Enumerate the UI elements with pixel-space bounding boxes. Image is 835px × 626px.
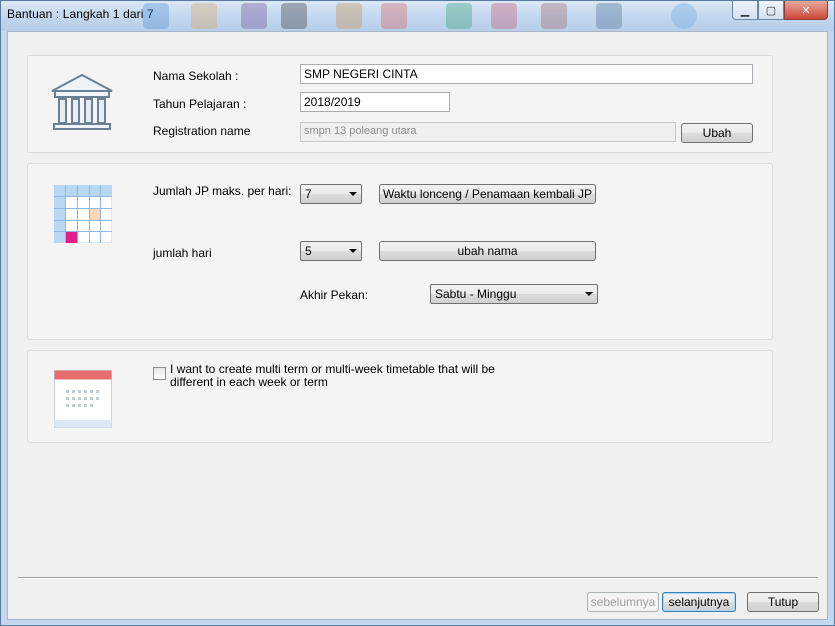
schedule-settings-panel: Jumlah JP maks. per hari: 7 Waktu loncen… [27, 163, 773, 340]
number-of-days-select[interactable]: 5 [300, 241, 362, 261]
weekend-select[interactable]: Sabtu - Minggu [430, 284, 598, 304]
timetable-grid-icon [54, 185, 112, 243]
multi-term-checkbox[interactable] [153, 367, 166, 380]
registration-name-field: smpn 13 poleang utara [300, 122, 676, 142]
weekend-label: Akhir Pekan: [300, 288, 369, 302]
title-bar[interactable]: Bantuan : Langkah 1 dari 7 ▁ ▢ ✕ [1, 1, 834, 31]
registration-name-label: Registration name [153, 124, 251, 138]
close-icon: ✕ [801, 4, 811, 17]
max-periods-label: Jumlah JP maks. per hari: [153, 184, 292, 198]
footer-divider [18, 577, 818, 579]
wizard-window: Bantuan : Langkah 1 dari 7 ▁ ▢ ✕ Nama Se… [0, 0, 835, 626]
school-building-icon [51, 73, 113, 130]
number-of-days-value: 5 [305, 244, 312, 258]
calendar-icon [54, 370, 112, 428]
minimize-icon: ▁ [740, 4, 750, 17]
school-year-label: Tahun Pelajaran : [153, 97, 247, 111]
chevron-down-icon [349, 192, 357, 196]
title-bar-decoration [141, 1, 731, 31]
school-name-label: Nama Sekolah : [153, 69, 239, 83]
bell-times-button[interactable]: Waktu lonceng / Penamaan kembali JP [379, 184, 596, 204]
multi-term-checkbox-label[interactable]: I want to create multi term or multi-wee… [170, 363, 495, 389]
number-of-days-label: jumlah hari [153, 246, 212, 260]
weekend-value: Sabtu - Minggu [435, 287, 517, 301]
multi-term-label-line2: different in each week or term [170, 375, 328, 389]
school-name-field[interactable]: SMP NEGERI CINTA [300, 64, 753, 84]
chevron-down-icon [349, 249, 357, 253]
close-button[interactable]: Tutup [747, 592, 819, 612]
change-registration-button[interactable]: Ubah [681, 123, 753, 143]
school-info-panel: Nama Sekolah : SMP NEGERI CINTA Tahun Pe… [27, 55, 773, 153]
max-periods-select[interactable]: 7 [300, 184, 362, 204]
chevron-down-icon [585, 292, 593, 296]
school-year-field[interactable]: 2018/2019 [300, 92, 450, 112]
wizard-content: Nama Sekolah : SMP NEGERI CINTA Tahun Pe… [7, 31, 828, 620]
rename-days-button[interactable]: ubah nama [379, 241, 596, 261]
minimize-button[interactable]: ▁ [732, 1, 758, 20]
close-window-button[interactable]: ✕ [784, 1, 828, 20]
max-periods-value: 7 [305, 187, 312, 201]
multi-term-panel: I want to create multi term or multi-wee… [27, 350, 773, 443]
previous-button[interactable]: sebelumnya [587, 592, 659, 612]
multi-term-label-line1: I want to create multi term or multi-wee… [170, 362, 495, 376]
maximize-icon: ▢ [765, 4, 777, 17]
maximize-button[interactable]: ▢ [758, 1, 784, 20]
window-title: Bantuan : Langkah 1 dari 7 [7, 7, 154, 21]
caption-buttons: ▁ ▢ ✕ [732, 1, 828, 21]
next-button[interactable]: selanjutnya [662, 592, 736, 612]
